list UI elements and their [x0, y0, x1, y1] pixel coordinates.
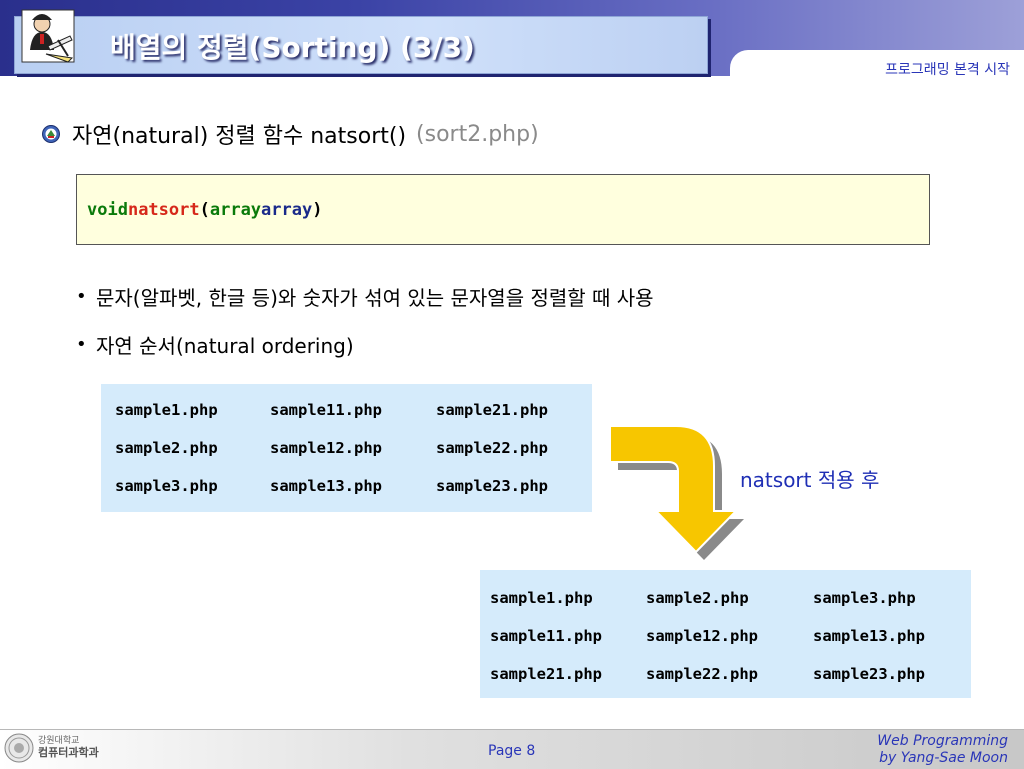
after-sort-grid: sample1.php sample2.php sample3.php samp… [480, 570, 971, 698]
page-number: Page 8 [488, 743, 536, 759]
function-signature-box: void natsort (array array) [76, 174, 930, 245]
grid-cell: sample21.php [436, 401, 548, 419]
footer-logo-text: 강원대학교 컴퓨터과학과 [38, 735, 99, 759]
bullet-dot-icon: • [76, 286, 87, 307]
sub-bullet-usage: • 문자(알파벳, 한글 등)와 숫자가 섞여 있는 문자열을 정렬할 때 사용 [76, 282, 654, 311]
grid-cell: sample13.php [813, 627, 925, 645]
code-token-param-type: array [209, 199, 262, 220]
code-token-param-name: array [261, 199, 313, 220]
grid-cell: sample3.php [115, 477, 218, 495]
main-bullet: 자연(natural) 정렬 함수 natsort() (sort2.php) [42, 118, 539, 150]
code-token-open-paren: ( [199, 199, 210, 220]
main-bullet-file-hint: (sort2.php) [416, 121, 539, 147]
sub-bullet-text: 자연 순서(natural ordering) [96, 334, 354, 358]
before-sort-grid: sample1.php sample11.php sample21.php sa… [101, 384, 592, 512]
grid-cell: sample2.php [115, 439, 218, 457]
grid-cell: sample21.php [490, 665, 602, 683]
grid-cell: sample1.php [490, 589, 593, 607]
university-emblem-icon [42, 125, 60, 143]
curved-down-arrow-icon [609, 425, 744, 560]
code-token-return-type: void [87, 199, 128, 220]
bullet-dot-icon: • [76, 334, 87, 355]
grid-cell: sample13.php [270, 477, 382, 495]
sub-bullet-text: 문자(알파벳, 한글 등)와 숫자가 섞여 있는 문자열을 정렬할 때 사용 [96, 286, 654, 310]
page-title: 배열의 정렬(Sorting) (3/3) [110, 31, 475, 64]
after-sort-label: natsort 적용 후 [740, 468, 880, 492]
grid-cell: sample12.php [270, 439, 382, 457]
grid-cell: sample1.php [115, 401, 218, 419]
grid-cell: sample11.php [270, 401, 382, 419]
university-seal-icon [4, 733, 34, 763]
grid-cell: sample2.php [646, 589, 749, 607]
main-bullet-text: 자연(natural) 정렬 함수 natsort() [72, 124, 407, 149]
grid-cell: sample23.php [813, 665, 925, 683]
grid-cell: sample11.php [490, 627, 602, 645]
professor-at-desk-icon [21, 9, 75, 63]
header-subtitle: 프로그래밍 본격 시작 [885, 62, 1010, 78]
footer-credit-line1: Web Programming [877, 733, 1008, 749]
grid-cell: sample12.php [646, 627, 758, 645]
grid-cell: sample22.php [646, 665, 758, 683]
code-token-function-name: natsort [127, 199, 200, 220]
footer-credit-line2: by Yang-Sae Moon [879, 750, 1008, 766]
sub-bullet-ordering: • 자연 순서(natural ordering) [76, 330, 354, 359]
footer-logo-line2: 컴퓨터과학과 [38, 746, 99, 759]
grid-cell: sample3.php [813, 589, 916, 607]
footer-credit: Web Programming by Yang-Sae Moon [877, 733, 1008, 767]
grid-cell: sample23.php [436, 477, 548, 495]
code-token-close-paren: ) [312, 199, 323, 220]
grid-cell: sample22.php [436, 439, 548, 457]
